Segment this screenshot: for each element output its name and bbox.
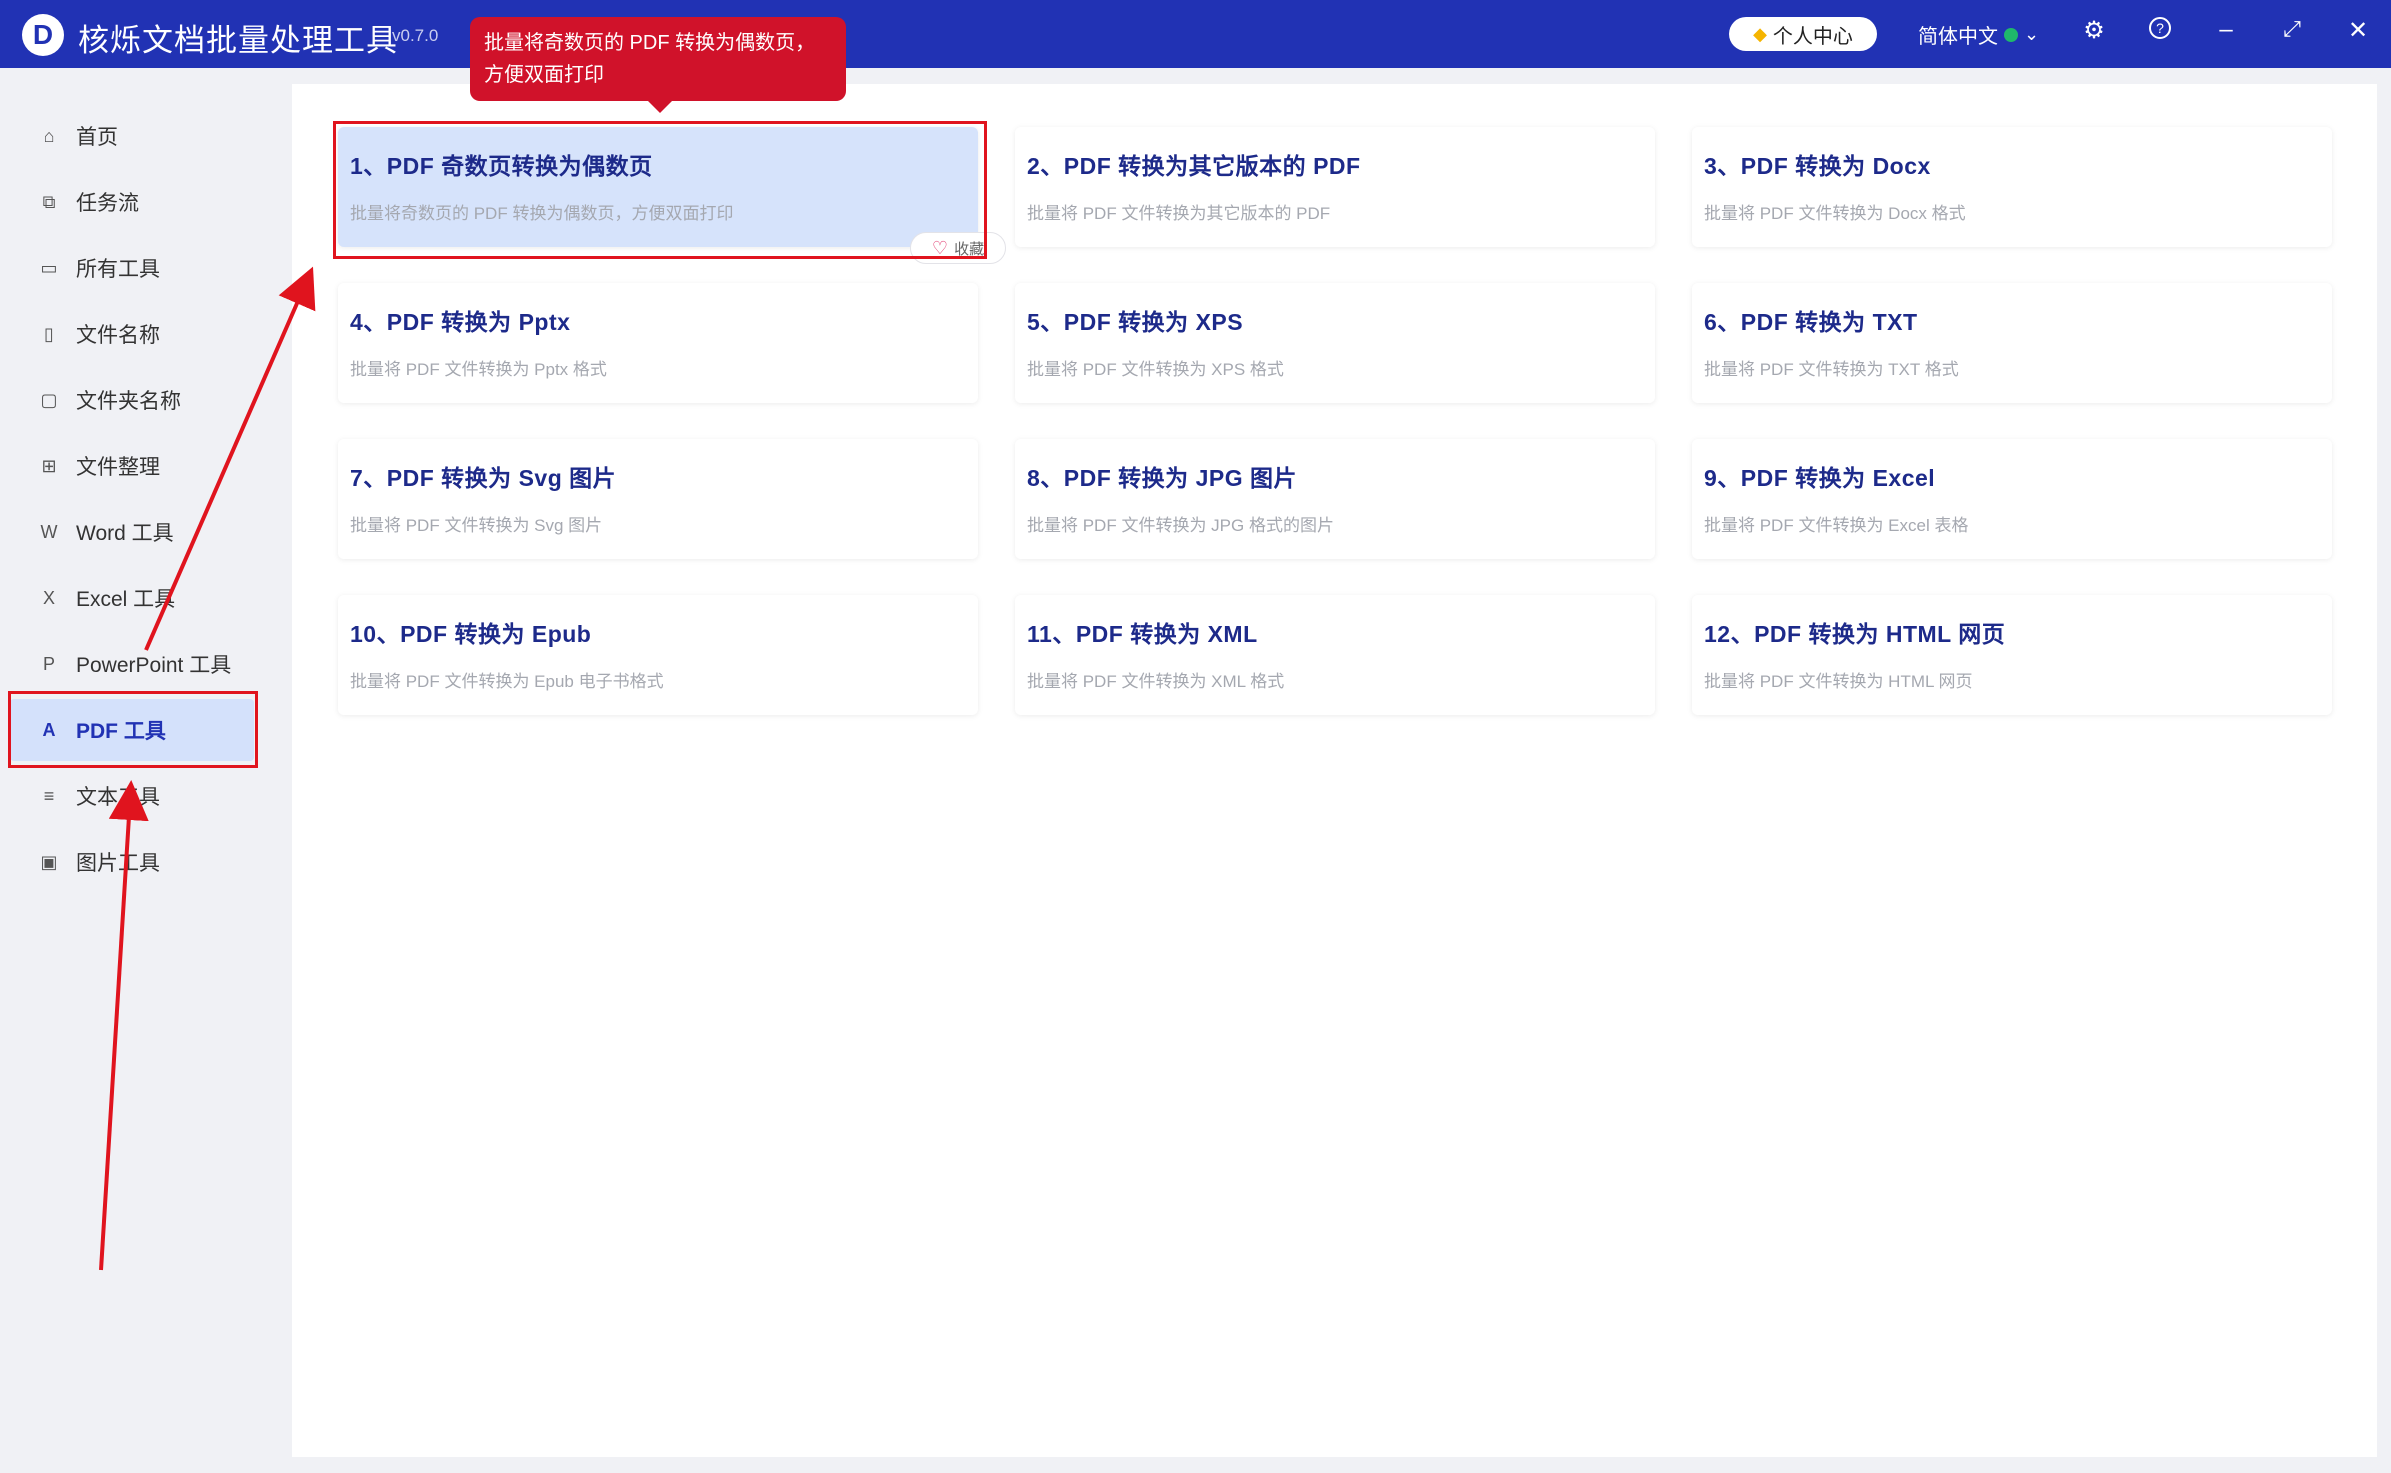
tool-grid: 1、PDF 奇数页转换为偶数页批量将奇数页的 PDF 转换为偶数页，方便双面打印… bbox=[292, 84, 2377, 1457]
tool-card[interactable]: 7、PDF 转换为 Svg 图片批量将 PDF 文件转换为 Svg 图片 bbox=[338, 439, 978, 559]
close-icon[interactable]: ✕ bbox=[2340, 16, 2376, 45]
word-icon: W bbox=[40, 522, 58, 542]
tool-card[interactable]: 6、PDF 转换为 TXT 批量将 PDF 文件转换为 TXT 格式 bbox=[1692, 283, 2332, 403]
sidebar-item-label: 文本工具 bbox=[76, 786, 160, 809]
sidebar-item-10[interactable]: ≡ 文本工具 bbox=[10, 765, 254, 827]
tool-card-title: 9、PDF 转换为 Excel bbox=[1704, 465, 1936, 491]
tool-card-title: 3、PDF 转换为 Docx bbox=[1704, 153, 1931, 179]
tool-card[interactable]: 11、PDF 转换为 XML 批量将 PDF 文件转换为 XML 格式 bbox=[1015, 595, 1655, 715]
sidebar-item-label: 文件名称 bbox=[76, 324, 160, 347]
tool-card-description: 批量将 PDF 文件转换为 Epub 电子书格式 bbox=[350, 672, 664, 691]
gear-icon[interactable]: ⚙ bbox=[2076, 16, 2112, 45]
tool-card[interactable]: 8、PDF 转换为 JPG 图片批量将 PDF 文件转换为 JPG 格式的图片 bbox=[1015, 439, 1655, 559]
sidebar-item-label: Word 工具 bbox=[76, 522, 174, 545]
image-icon: ▣ bbox=[40, 852, 58, 872]
excel-icon: X bbox=[42, 588, 55, 608]
sidebar-item-label: 首页 bbox=[76, 126, 118, 149]
app-logo-icon: D bbox=[22, 14, 64, 56]
sidebar-item-8[interactable]: P PowerPoint 工具 bbox=[10, 633, 254, 695]
tool-tooltip: 批量将奇数页的 PDF 转换为偶数页，方便双面打印 bbox=[470, 17, 846, 113]
organize-icon: ⊞ bbox=[41, 456, 57, 476]
tool-card[interactable]: 5、PDF 转换为 XPS 批量将 PDF 文件转换为 XPS 格式 bbox=[1015, 283, 1655, 403]
sidebar-item-4[interactable]: ▢ 文件夹名称 bbox=[10, 369, 254, 431]
monitor-icon: ▭ bbox=[40, 258, 58, 278]
sidebar-item-11[interactable]: ▣ 图片工具 bbox=[10, 831, 254, 893]
user-center-button[interactable]: ◆ 个人中心 bbox=[1729, 17, 1877, 51]
tool-card-title: 1、PDF 奇数页转换为偶数页 bbox=[350, 153, 653, 179]
text-file-icon: ≡ bbox=[43, 786, 55, 806]
tool-card[interactable]: 2、PDF 转换为其它版本的 PDF 批量将 PDF 文件转换为其它版本的 PDF bbox=[1015, 127, 1655, 247]
title-bar: D 核烁文档批量处理工具 v0.7.0 ◆ 个人中心 简体中文 ⌄ ⚙ ? – … bbox=[0, 0, 2391, 68]
tool-card-description: 批量将 PDF 文件转换为 JPG 格式的图片 bbox=[1027, 516, 1334, 535]
sidebar-item-0[interactable]: ⌂ 首页 bbox=[10, 105, 254, 167]
sidebar-item-label: 任务流 bbox=[76, 192, 139, 215]
sidebar-item-5[interactable]: ⊞ 文件整理 bbox=[10, 435, 254, 497]
tool-card-description: 批量将 PDF 文件转换为 Docx 格式 bbox=[1704, 204, 1966, 223]
tool-card-description: 批量将 PDF 文件转换为 Pptx 格式 bbox=[350, 360, 607, 379]
sidebar-item-label: Excel 工具 bbox=[76, 588, 176, 611]
tool-card[interactable]: 12、PDF 转换为 HTML 网页批量将 PDF 文件转换为 HTML 网页 bbox=[1692, 595, 2332, 715]
home-icon: ⌂ bbox=[43, 126, 55, 146]
sidebar-item-label: 文件夹名称 bbox=[76, 390, 181, 413]
tool-card-description: 批量将 PDF 文件转换为其它版本的 PDF bbox=[1027, 204, 1331, 223]
language-selector[interactable]: 简体中文 ⌄ bbox=[1918, 20, 2039, 49]
tool-card-title: 4、PDF 转换为 Pptx bbox=[350, 309, 571, 335]
tool-card-title: 12、PDF 转换为 HTML 网页 bbox=[1704, 621, 2006, 647]
tool-card-description: 批量将 PDF 文件转换为 Excel 表格 bbox=[1704, 516, 1969, 535]
tool-card[interactable]: 3、PDF 转换为 Docx 批量将 PDF 文件转换为 Docx 格式 bbox=[1692, 127, 2332, 247]
tool-card-title: 8、PDF 转换为 JPG 图片 bbox=[1027, 465, 1297, 491]
tool-card-description: 批量将 PDF 文件转换为 XML 格式 bbox=[1027, 672, 1285, 691]
tool-card-title: 10、PDF 转换为 Epub bbox=[350, 621, 592, 647]
sidebar-item-label: 文件整理 bbox=[76, 456, 160, 479]
tool-card[interactable]: 1、PDF 奇数页转换为偶数页批量将奇数页的 PDF 转换为偶数页，方便双面打印 bbox=[338, 127, 978, 247]
favorite-button[interactable]: ♡ 收藏 bbox=[910, 232, 1006, 264]
tool-card-title: 7、PDF 转换为 Svg 图片 bbox=[350, 465, 617, 491]
sidebar-item-label: PowerPoint 工具 bbox=[76, 654, 232, 677]
user-center-label: 个人中心 bbox=[1772, 25, 1853, 48]
chevron-down-icon: ⌄ bbox=[2024, 24, 2040, 44]
folder-icon: ▢ bbox=[40, 390, 58, 410]
favorite-label: 收藏 bbox=[954, 240, 985, 258]
tool-card[interactable]: 10、PDF 转换为 Epub 批量将 PDF 文件转换为 Epub 电子书格式 bbox=[338, 595, 978, 715]
sidebar-item-7[interactable]: X Excel 工具 bbox=[10, 567, 254, 629]
maximize-icon[interactable]: ⤢ bbox=[2274, 16, 2310, 42]
tool-card-description: 批量将 PDF 文件转换为 TXT 格式 bbox=[1704, 360, 1959, 379]
svg-text:?: ? bbox=[2156, 20, 2164, 36]
sidebar-item-2[interactable]: ▭ 所有工具 bbox=[10, 237, 254, 299]
sidebar-item-label: 图片工具 bbox=[76, 852, 160, 875]
tool-card-title: 6、PDF 转换为 TXT bbox=[1704, 309, 1918, 335]
minimize-icon[interactable]: – bbox=[2208, 16, 2244, 44]
heart-icon: ♡ bbox=[931, 237, 949, 258]
help-icon[interactable]: ? bbox=[2142, 16, 2178, 47]
tool-card[interactable]: 9、PDF 转换为 Excel 批量将 PDF 文件转换为 Excel 表格 bbox=[1692, 439, 2332, 559]
globe-icon bbox=[2004, 27, 2018, 42]
tool-card-title: 11、PDF 转换为 XML bbox=[1027, 621, 1258, 647]
app-version: v0.7.0 bbox=[392, 26, 439, 45]
tool-card-description: 批量将 PDF 文件转换为 HTML 网页 bbox=[1704, 672, 1973, 691]
tool-card-title: 5、PDF 转换为 XPS bbox=[1027, 309, 1244, 335]
powerpoint-icon: P bbox=[42, 654, 55, 674]
app-title: 核烁文档批量处理工具 bbox=[78, 23, 398, 58]
pdf-icon: A bbox=[42, 720, 56, 740]
file-icon: ▯ bbox=[44, 324, 54, 344]
tool-card-description: 批量将 PDF 文件转换为 Svg 图片 bbox=[350, 516, 603, 535]
tool-card-title: 2、PDF 转换为其它版本的 PDF bbox=[1027, 153, 1361, 179]
sidebar-item-label: PDF 工具 bbox=[76, 720, 166, 743]
sidebar-item-label: 所有工具 bbox=[76, 258, 160, 281]
language-label: 简体中文 bbox=[1918, 26, 1998, 48]
tool-card[interactable]: 4、PDF 转换为 Pptx 批量将 PDF 文件转换为 Pptx 格式 bbox=[338, 283, 978, 403]
tool-card-description: 批量将 PDF 文件转换为 XPS 格式 bbox=[1027, 360, 1284, 379]
sidebar-item-1[interactable]: ⧉ 任务流 bbox=[10, 171, 254, 233]
sidebar-item-6[interactable]: W Word 工具 bbox=[10, 501, 254, 563]
diamond-icon: ◆ bbox=[1753, 23, 1767, 44]
tool-card-description: 批量将奇数页的 PDF 转换为偶数页，方便双面打印 bbox=[350, 204, 734, 223]
sidebar-item-3[interactable]: ▯ 文件名称 bbox=[10, 303, 254, 365]
sidebar: ⌂ 首页 ⧉ 任务流 ▭ 所有工具 ▯ 文件名称 ▢ 文件夹名称 ⊞ 文件整理 W Word 工具 X Exc… bbox=[0, 68, 290, 1473]
sidebar-item-9[interactable]: A PDF 工具 bbox=[10, 699, 254, 761]
workflow-icon: ⧉ bbox=[42, 192, 56, 212]
